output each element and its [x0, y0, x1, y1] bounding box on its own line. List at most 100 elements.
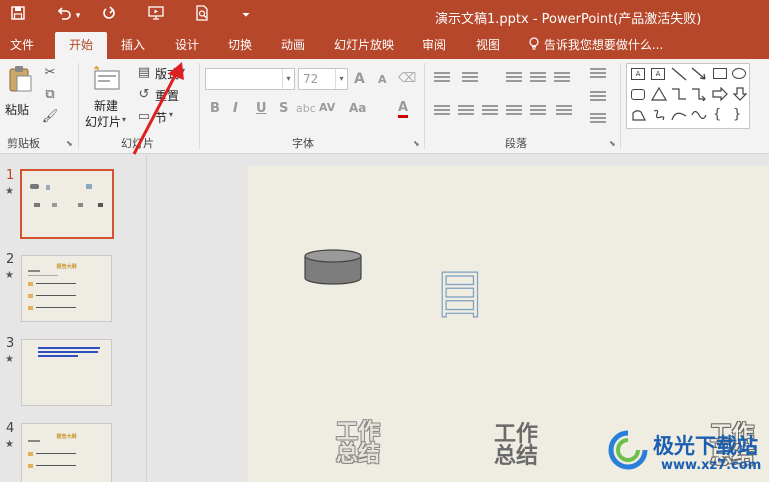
tell-me-text: 告诉我您想要做什么...: [543, 38, 664, 52]
distributed-icon[interactable]: [530, 103, 546, 117]
down-arrow-shape-icon[interactable]: [732, 87, 748, 104]
thumb-shape: [98, 203, 103, 207]
line-spacing-icon[interactable]: [554, 70, 570, 84]
left-brace-shape-icon[interactable]: {: [713, 107, 721, 122]
slide-thumbnails-panel[interactable]: 1 ★ 2 ★ 报告大纲 3 ★ 4 ★ 报告大纲: [0, 155, 146, 482]
big-character-textbox[interactable]: 目: [433, 265, 486, 326]
new-slide-button[interactable]: 新建 幻灯片 ▾: [84, 63, 130, 129]
align-left-icon[interactable]: [434, 103, 450, 117]
grow-font-icon[interactable]: A: [354, 71, 365, 87]
elbow-connector-icon[interactable]: [671, 87, 687, 104]
lightbulb-icon: [528, 37, 544, 52]
scribble-shape-icon[interactable]: [651, 108, 667, 125]
align-text-icon[interactable]: [590, 89, 606, 103]
tab-home[interactable]: 开始: [55, 32, 108, 59]
clear-formatting-icon[interactable]: ⌫: [398, 70, 416, 88]
slide-thumbnail-1[interactable]: [20, 169, 114, 239]
oval-shape-icon[interactable]: [732, 68, 746, 79]
thumb-line: [28, 440, 40, 442]
thumb-title: 报告大纲: [56, 264, 77, 270]
rectangle-shape-icon[interactable]: [713, 68, 727, 79]
right-brace-shape-icon[interactable]: }: [733, 107, 741, 122]
tab-review[interactable]: 审阅: [422, 32, 446, 59]
thumb-line: [38, 347, 100, 349]
new-slide-label-2: 幻灯片: [85, 115, 122, 129]
shapes-gallery[interactable]: A A { }: [626, 63, 750, 129]
thumb-line: [36, 307, 76, 308]
tab-file[interactable]: 文件: [10, 32, 34, 59]
tab-slideshow[interactable]: 幻灯片放映: [334, 32, 394, 59]
arrow-shape-icon[interactable]: [691, 67, 707, 84]
tab-view[interactable]: 视图: [476, 32, 500, 59]
font-name-select[interactable]: ▾: [205, 68, 295, 90]
cut-icon[interactable]: ✂: [41, 64, 59, 82]
paste-label: 粘贴: [5, 103, 30, 117]
rounded-rect-shape-icon[interactable]: [631, 89, 645, 100]
thumb-title: 报告大纲: [56, 434, 77, 440]
tell-me-box[interactable]: 告诉我您想要做什么...: [528, 32, 663, 59]
decrease-indent-icon[interactable]: [506, 70, 522, 84]
align-right-icon[interactable]: [482, 103, 498, 117]
character-spacing-button[interactable]: AV: [319, 101, 335, 114]
redo-icon[interactable]: [97, 4, 121, 28]
textbox-shape-icon[interactable]: A: [631, 68, 645, 80]
slide-thumbnail-4[interactable]: 报告大纲: [21, 423, 112, 482]
clipboard-launcher-icon[interactable]: ⬊: [66, 139, 73, 148]
tab-design[interactable]: 设计: [175, 32, 199, 59]
chevron-down-icon: ▾: [335, 69, 347, 89]
triangle-shape-icon[interactable]: [650, 86, 668, 104]
strikethrough-icon[interactable]: abc: [296, 100, 316, 118]
title-bar: ▾ ⏷ 演示文稿1.pptx - PowerPoint(产品激活失败): [0, 0, 769, 32]
thumb-bullet: [28, 452, 33, 456]
slide-thumbnail-3[interactable]: [21, 339, 112, 406]
format-painter-icon[interactable]: 🖌: [41, 108, 59, 126]
ribbon-home: 粘贴 ✂ ⧉ 🖌 剪贴板 ⬊ 新建 幻灯片 ▾ ▤ 版式 ▾ ↺ 重置 ▭ 节 …: [0, 59, 769, 154]
ribbon-tabs: 文件 开始 插入 设计 切换 动画 幻灯片放映 审阅 视图 告诉我您想要做什么.…: [0, 32, 769, 59]
wordart-text[interactable]: 工作总结: [336, 422, 386, 466]
paragraph-launcher-icon[interactable]: ⬊: [609, 139, 616, 148]
font-size-select[interactable]: 72 ▾: [298, 68, 348, 90]
customize-qat-icon[interactable]: ⏷: [234, 4, 258, 28]
numbering-icon[interactable]: [462, 70, 478, 84]
site-watermark: 极光下载站 www.xz7.com: [605, 428, 769, 482]
elbow-arrow-icon[interactable]: [691, 87, 707, 104]
save-icon[interactable]: [6, 4, 30, 28]
undo-dropdown-icon[interactable]: ▾: [72, 4, 84, 28]
increase-indent-icon[interactable]: [530, 70, 546, 84]
smartart-icon[interactable]: [590, 111, 606, 125]
line-shape-icon[interactable]: [671, 67, 687, 84]
bold-button[interactable]: B: [210, 101, 220, 116]
columns-icon[interactable]: [556, 103, 572, 117]
slide-thumbnail-2[interactable]: 报告大纲: [21, 255, 112, 322]
tab-transitions[interactable]: 切换: [228, 32, 252, 59]
cylinder-shape[interactable]: [303, 248, 363, 289]
slideshow-from-start-icon[interactable]: [144, 4, 168, 28]
group-separator: [424, 63, 425, 149]
slide-number: 1: [6, 168, 15, 183]
bullets-icon[interactable]: [434, 70, 450, 84]
change-case-button[interactable]: Aa: [349, 101, 366, 115]
align-center-icon[interactable]: [458, 103, 474, 117]
arc-shape-icon[interactable]: [671, 108, 687, 125]
italic-button[interactable]: I: [233, 101, 238, 116]
vertical-textbox-shape-icon[interactable]: A: [651, 68, 665, 80]
tab-animations[interactable]: 动画: [281, 32, 305, 59]
underline-button[interactable]: U: [256, 101, 267, 116]
print-preview-icon[interactable]: [190, 4, 214, 28]
curve-shape-icon[interactable]: [691, 108, 707, 125]
wordart-text[interactable]: 工作总结: [494, 424, 544, 468]
justify-icon[interactable]: [506, 103, 522, 117]
copy-icon[interactable]: ⧉: [41, 86, 59, 104]
shrink-font-icon[interactable]: A: [378, 73, 387, 86]
thumb-bullet: [28, 464, 33, 468]
right-arrow-shape-icon[interactable]: [712, 86, 728, 104]
freeform-shape-icon[interactable]: [631, 108, 647, 125]
paste-button[interactable]: 粘贴: [4, 63, 36, 121]
thumb-shape: [30, 184, 39, 189]
tab-insert[interactable]: 插入: [121, 32, 145, 59]
font-color-button[interactable]: A: [398, 101, 409, 118]
text-direction-icon[interactable]: [590, 66, 606, 80]
shadow-button[interactable]: S: [279, 101, 288, 116]
font-launcher-icon[interactable]: ⬊: [413, 139, 420, 148]
thumb-shape: [34, 203, 40, 207]
